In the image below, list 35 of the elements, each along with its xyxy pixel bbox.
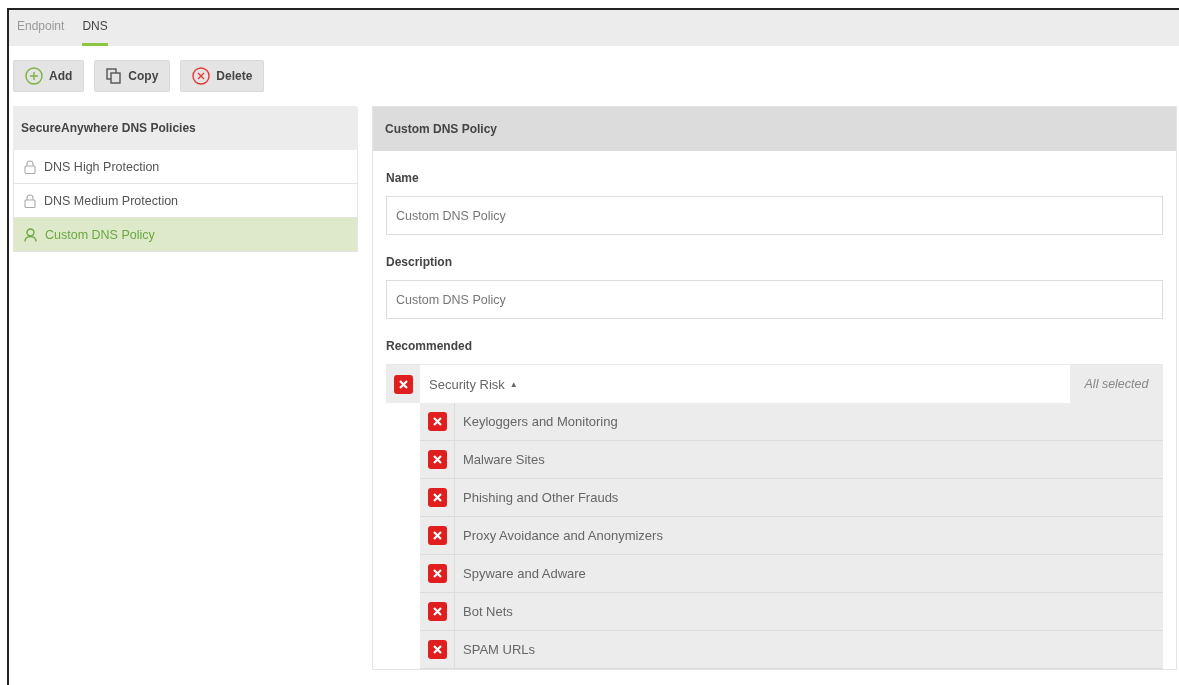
delete-icon [192,67,211,85]
category-item: Proxy Avoidance and Anonymizers [462,527,663,545]
description-field[interactable]: Custom DNS Policy [386,280,1163,319]
block-toggle[interactable] [427,412,447,431]
delete-button[interactable]: Delete [180,60,265,92]
field-label: Recommended [386,338,474,355]
category-item: Keyloggers and Monitoring [462,413,618,431]
category-item: SPAM URLs [462,641,535,659]
block-toggle[interactable] [427,640,447,659]
name-field[interactable]: Custom DNS Policy [386,196,1163,235]
category-item: Phishing and Other Frauds [462,489,619,507]
copy-icon [106,68,123,84]
panel-header: SecureAnywhere DNS Policies [13,106,358,150]
tab[interactable]: DNS [82,10,108,46]
add-button[interactable]: Add [13,60,85,92]
category-header[interactable]: Security Risk ▲ [420,365,1070,403]
lock-icon [24,193,36,208]
category-item: Malware Sites [462,451,545,469]
block-toggle[interactable] [427,602,447,621]
block-toggle[interactable] [393,374,413,394]
category-item: Bot Nets [462,603,513,621]
field-label: Name [386,170,420,187]
block-toggle[interactable] [427,564,447,583]
panel-header: Custom DNS Policy [373,107,1176,151]
person-icon [24,227,37,242]
block-toggle[interactable] [427,526,447,545]
copy-button[interactable]: Copy [94,60,171,92]
lock-icon [24,159,36,174]
block-toggle[interactable] [427,450,447,469]
policy-item[interactable]: DNS High Protection [13,150,358,184]
add-icon [25,67,43,85]
selection-summary: All selected [1083,376,1150,393]
field-label: Description [386,254,453,271]
category-item: Spyware and Adware [462,565,586,583]
block-toggle[interactable] [427,488,447,507]
